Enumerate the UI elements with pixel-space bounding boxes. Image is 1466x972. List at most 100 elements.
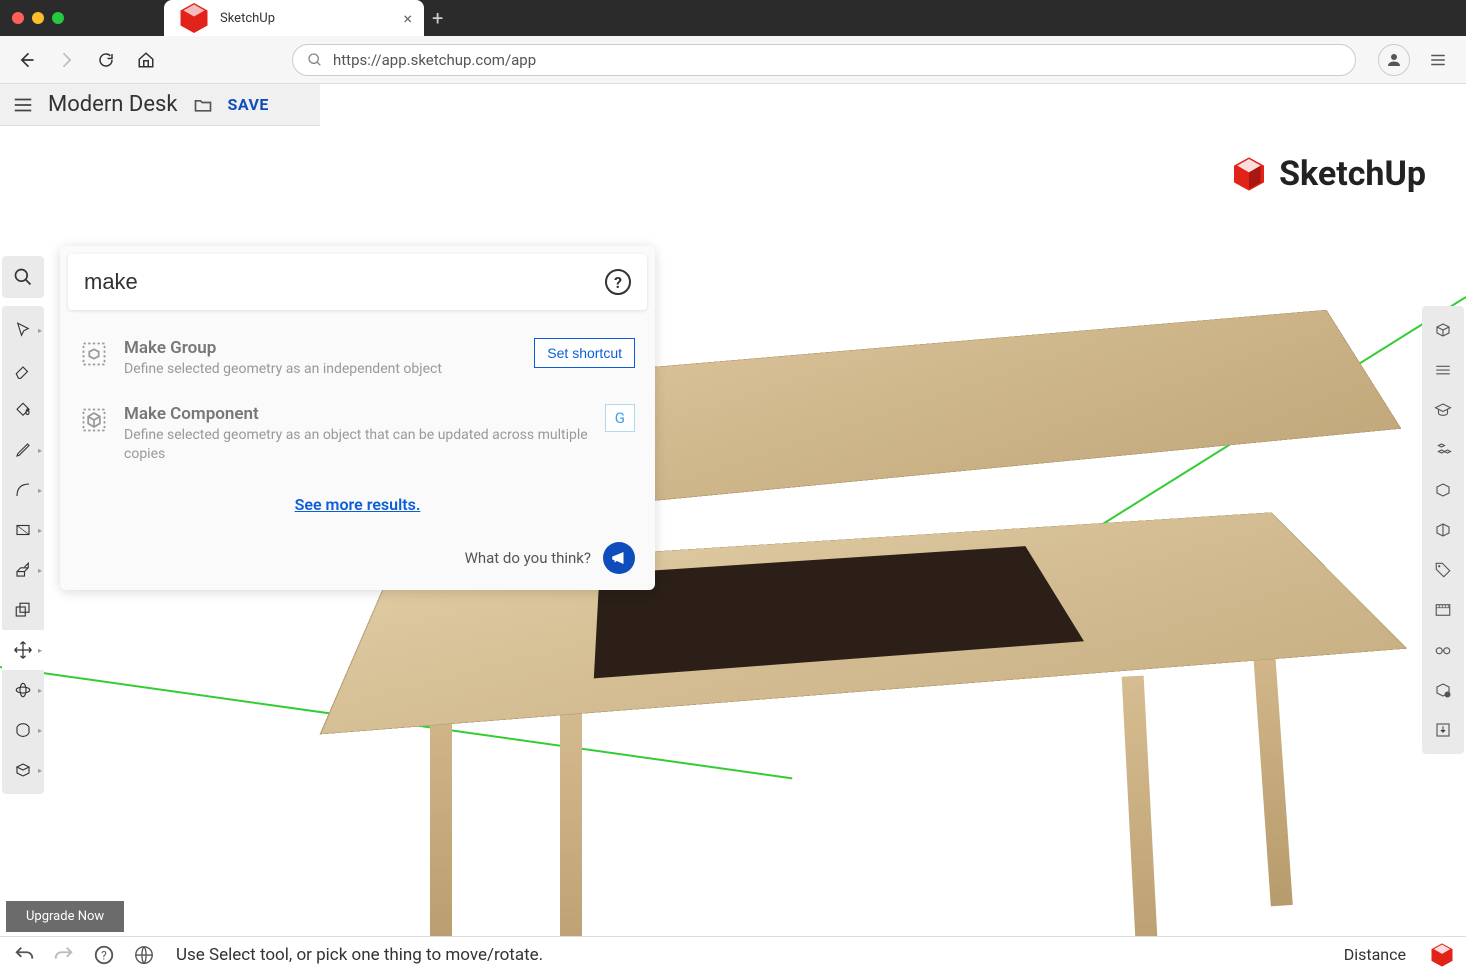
language-button[interactable] xyxy=(130,941,158,969)
component-icon xyxy=(80,406,108,434)
svg-text:?: ? xyxy=(101,948,107,962)
search-result-make-component[interactable]: Make Component Define selected geometry … xyxy=(60,392,655,477)
undo-icon xyxy=(13,944,35,966)
orbit-tool[interactable]: ▸ xyxy=(2,670,44,710)
reload-button[interactable] xyxy=(92,46,120,74)
sketchup-icon xyxy=(176,0,212,36)
search-result-make-group[interactable]: Make Group Define selected geometry as a… xyxy=(60,326,655,392)
rectangle-tool[interactable]: ▸ xyxy=(2,510,44,550)
search-results: Make Group Define selected geometry as a… xyxy=(60,318,655,485)
push-pull-icon xyxy=(14,561,32,579)
redo-button[interactable] xyxy=(50,941,78,969)
user-icon xyxy=(1385,51,1403,69)
account-panel[interactable] xyxy=(1422,670,1464,710)
help-button[interactable]: ? xyxy=(90,941,118,969)
status-text: Use Select tool, or pick one thing to mo… xyxy=(176,945,1332,965)
open-folder-button[interactable] xyxy=(192,95,214,115)
result-desc: Define selected geometry as an independe… xyxy=(124,360,518,380)
cubes-icon xyxy=(1434,441,1452,459)
undo-button[interactable] xyxy=(10,941,38,969)
eraser-tool[interactable] xyxy=(2,350,44,390)
redo-icon xyxy=(53,944,75,966)
search-tool-button[interactable] xyxy=(2,256,44,298)
push-pull-tool[interactable]: ▸ xyxy=(2,550,44,590)
section-icon xyxy=(14,761,32,779)
components-panel[interactable] xyxy=(1422,390,1464,430)
home-icon xyxy=(137,51,155,69)
materials-panel[interactable] xyxy=(1422,430,1464,470)
tag-icon xyxy=(1434,561,1452,579)
search-input[interactable] xyxy=(84,269,605,295)
arc-icon xyxy=(14,481,32,499)
layers-icon xyxy=(1434,361,1452,379)
box-icon xyxy=(1434,481,1452,499)
new-tab-button[interactable]: + xyxy=(432,6,443,30)
warehouse-panel[interactable] xyxy=(1422,710,1464,750)
browser-titlebar: SketchUp × + xyxy=(0,0,1466,36)
scenes-panel[interactable] xyxy=(1422,510,1464,550)
tab-close-button[interactable]: × xyxy=(403,9,412,28)
browser-toolbar: https://app.sketchup.com/app xyxy=(0,36,1466,84)
globe-icon xyxy=(133,944,155,966)
upgrade-button[interactable]: Upgrade Now xyxy=(6,901,124,932)
arrow-left-icon xyxy=(16,50,36,70)
account-button[interactable] xyxy=(1378,44,1410,76)
see-more-link[interactable]: See more results. xyxy=(295,495,421,514)
select-tool[interactable]: ▸ xyxy=(2,310,44,350)
offset-tool[interactable] xyxy=(2,590,44,630)
app-menu-button[interactable] xyxy=(12,94,34,116)
paint-icon xyxy=(14,401,32,419)
search-icon xyxy=(307,52,323,68)
home-button[interactable] xyxy=(132,46,160,74)
glasses-panel[interactable] xyxy=(1422,630,1464,670)
forward-button[interactable] xyxy=(52,46,80,74)
section-tool[interactable]: ▸ xyxy=(2,750,44,790)
feedback-button[interactable] xyxy=(603,542,635,574)
tape-icon xyxy=(14,721,32,739)
rectangle-icon xyxy=(14,521,32,539)
left-toolbar: ▸ ▸ ▸ ▸ ▸ ▸ ▸ ▸ ▸ xyxy=(2,306,44,794)
viewport[interactable]: SketchUp ▸ ▸ ▸ ▸ ▸ ▸ ▸ ▸ ▸ ? xyxy=(0,126,1466,936)
logo-text: SketchUp xyxy=(1279,154,1426,194)
line-tool[interactable]: ▸ xyxy=(2,430,44,470)
cube-icon xyxy=(1434,321,1452,339)
display-panel[interactable] xyxy=(1422,590,1464,630)
app-header: Modern Desk SAVE xyxy=(0,84,320,126)
download-icon xyxy=(1434,721,1452,739)
glasses-icon xyxy=(1434,641,1452,659)
file-title: Modern Desk xyxy=(48,92,178,117)
see-more-row: See more results. xyxy=(60,485,655,532)
search-help-button[interactable]: ? xyxy=(605,269,631,295)
result-desc: Define selected geometry as an object th… xyxy=(124,426,589,465)
right-toolbar xyxy=(1422,306,1464,754)
measurement-label: Distance xyxy=(1344,945,1406,964)
save-button[interactable]: SAVE xyxy=(228,95,269,114)
set-shortcut-button[interactable]: Set shortcut xyxy=(534,338,635,368)
hamburger-icon xyxy=(12,94,34,116)
url-bar[interactable]: https://app.sketchup.com/app xyxy=(292,44,1356,76)
url-text: https://app.sketchup.com/app xyxy=(333,51,536,69)
group-icon xyxy=(80,340,108,368)
feedback-label: What do you think? xyxy=(465,549,591,567)
entity-info-panel[interactable] xyxy=(1422,310,1464,350)
minimize-window-button[interactable] xyxy=(32,12,44,24)
help-circle-icon: ? xyxy=(93,944,115,966)
reload-icon xyxy=(97,51,115,69)
move-icon xyxy=(13,640,33,660)
maximize-window-button[interactable] xyxy=(52,12,64,24)
tags-panel[interactable] xyxy=(1422,550,1464,590)
move-tool[interactable]: ▸ xyxy=(2,630,44,670)
styles-panel[interactable] xyxy=(1422,470,1464,510)
tape-measure-tool[interactable]: ▸ xyxy=(2,710,44,750)
browser-tab[interactable]: SketchUp × xyxy=(164,0,424,36)
cube-outline-icon xyxy=(1434,521,1452,539)
search-panel: ? Make Group Define selected geometry as… xyxy=(60,246,655,590)
offset-icon xyxy=(14,601,32,619)
instructor-panel[interactable] xyxy=(1422,350,1464,390)
paint-bucket-tool[interactable] xyxy=(2,390,44,430)
sketchup-icon xyxy=(1229,154,1269,194)
browser-menu-button[interactable] xyxy=(1422,44,1454,76)
back-button[interactable] xyxy=(12,46,40,74)
arc-tool[interactable]: ▸ xyxy=(2,470,44,510)
close-window-button[interactable] xyxy=(12,12,24,24)
